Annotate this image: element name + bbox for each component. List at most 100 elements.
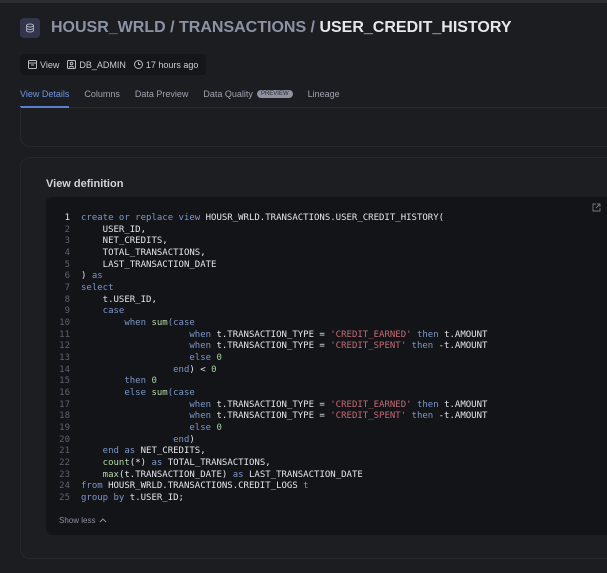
code-line: 23 max (t.TRANSACTION_DATE) as LAST_TRANS… (46, 470, 487, 482)
line-number: 11 (59, 329, 70, 340)
code-line: 21 end as NET_CREDITS, (46, 446, 487, 458)
code-token: when (81, 341, 217, 352)
tab-columns[interactable]: Columns (84, 86, 120, 108)
code-lines: 1 create or replace view HOUSR_WRLD.TRANS… (46, 213, 487, 505)
code-token: when (81, 329, 217, 340)
code-token: LAST_TRANSACTION_DATE (81, 259, 217, 270)
code-token: 0 (216, 423, 222, 434)
code-token: then (406, 411, 439, 422)
line-number: 3 (64, 236, 70, 247)
code-token: LAST_TRANSACTION_DATE (249, 469, 363, 480)
code-line: 6) as (46, 271, 487, 283)
line-number: 12 (59, 341, 70, 352)
code-token: (case (167, 318, 195, 329)
tab-lineage[interactable]: Lineage (308, 86, 340, 108)
code-token: t (303, 481, 309, 492)
tab-view-details[interactable]: View Details (20, 86, 70, 108)
code-token: NET_CREDITS, (140, 446, 206, 457)
code-line: 11 when t.TRANSACTION_TYPE = 'CREDIT_EAR… (46, 330, 487, 342)
code-token: then (81, 376, 152, 387)
external-link-icon[interactable] (592, 203, 601, 212)
code-token: 0 (151, 376, 157, 387)
owner: DB_ADMIN (79, 59, 126, 70)
code-token: -t.AMOUNT (438, 341, 488, 352)
code-token: 'CREDIT_SPENT' (330, 341, 407, 352)
line-number: 4 (64, 248, 70, 259)
code-token: t.TRANSACTION_TYPE = (216, 329, 331, 340)
code-token: sum (151, 388, 168, 399)
code-token: select (81, 283, 114, 294)
code-token: t.AMOUNT (444, 399, 488, 410)
code-token: t.AMOUNT (444, 329, 488, 340)
code-token: as (91, 271, 103, 282)
code-line: 13 else 0 (46, 353, 487, 365)
code-token: case (81, 306, 125, 317)
line-number: 15 (59, 376, 70, 387)
code-token: (*) (129, 458, 152, 469)
code-block: 1 create or replace view HOUSR_WRLD.TRANS… (46, 197, 607, 535)
code-token: as (232, 469, 249, 480)
tab-data-quality[interactable]: Data Quality PREVIEW (203, 86, 293, 108)
tab-label: Columns (84, 89, 120, 99)
code-token: then (411, 329, 445, 340)
code-token: (case (167, 388, 195, 399)
code-token: HOUSR_WRLD.TRANSACTIONS.USER_CREDIT_HIST… (205, 213, 445, 223)
code-line: 2 USER_ID, (46, 225, 487, 237)
code-token: end as (81, 446, 141, 457)
code-token: end (81, 434, 190, 445)
code-line: 10 when sum (case (46, 318, 487, 330)
code-line: 4 TOTAL_TRANSACTIONS, (46, 248, 487, 260)
code-token: ) (189, 434, 195, 445)
tab-data-preview[interactable]: Data Preview (135, 86, 189, 108)
code-line: 19 else 0 (46, 423, 487, 435)
code-token: then (406, 341, 439, 352)
code-token: HOUSR_WRLD.TRANSACTIONS.CREDIT_LOGS (108, 481, 304, 492)
object-meta: View DB_ADMIN 17 hours ago (20, 54, 207, 75)
code-token: t.USER_ID, (81, 294, 157, 305)
code-line: 22 count (*) as TOTAL_TRANSACTIONS, (46, 458, 487, 470)
code-line: 9 case (46, 306, 487, 318)
line-number: 19 (59, 423, 70, 434)
database-icon (20, 18, 40, 38)
code-token: USER_ID, (81, 224, 147, 235)
code-line: 16 else sum (case (46, 388, 487, 400)
section-title: View definition (46, 178, 124, 190)
code-line: 24 from HOUSR_WRLD.TRANSACTIONS.CREDIT_LO… (46, 481, 487, 493)
line-number: 16 (59, 388, 70, 399)
tab-label: View Details (20, 89, 70, 99)
line-number: 22 (59, 458, 70, 469)
details-card (20, 107, 607, 147)
code-token: 'CREDIT_SPENT' (330, 411, 407, 422)
chevron-up-icon (100, 518, 107, 523)
code-token: t.TRANSACTION_TYPE = (216, 399, 331, 410)
tab-label: Lineage (307, 89, 340, 99)
line-number: 1 (64, 213, 70, 223)
breadcrumb-current: USER_CREDIT_HISTORY (319, 19, 512, 36)
code-token: TOTAL_TRANSACTIONS, (167, 458, 271, 469)
line-number: 23 (59, 469, 70, 480)
show-less-button[interactable]: Show less (59, 516, 107, 525)
code-line: 15 then 0 (46, 376, 487, 388)
code-line: 12 when t.TRANSACTION_TYPE = 'CREDIT_SPE… (46, 341, 487, 353)
line-number: 21 (59, 446, 70, 457)
code-token: then (411, 399, 445, 410)
code-token: count (81, 458, 130, 469)
top-border (0, 0, 607, 3)
code-token: -t.AMOUNT (438, 411, 488, 422)
line-number: 17 (59, 399, 70, 410)
code-line: 8 t.USER_ID, (46, 295, 487, 307)
code-token: TOTAL_TRANSACTIONS, (81, 248, 206, 259)
line-number: 24 (59, 481, 70, 492)
view-icon (28, 60, 37, 69)
line-number: 2 (64, 224, 70, 235)
code-token: ) < (189, 364, 212, 375)
line-number: 13 (59, 353, 70, 364)
code-token: 'CREDIT_EARNED' (330, 399, 412, 410)
code-line: 7 select (46, 283, 487, 295)
code-token: else (81, 388, 152, 399)
clock-icon (133, 60, 143, 69)
page-title: HOUSR_WRLD / TRANSACTIONS / USER_CREDIT_… (51, 19, 512, 37)
code-line: 17 when t.TRANSACTION_TYPE = 'CREDIT_EAR… (46, 400, 487, 412)
code-token: as (151, 458, 168, 469)
line-number: 6 (64, 271, 70, 282)
